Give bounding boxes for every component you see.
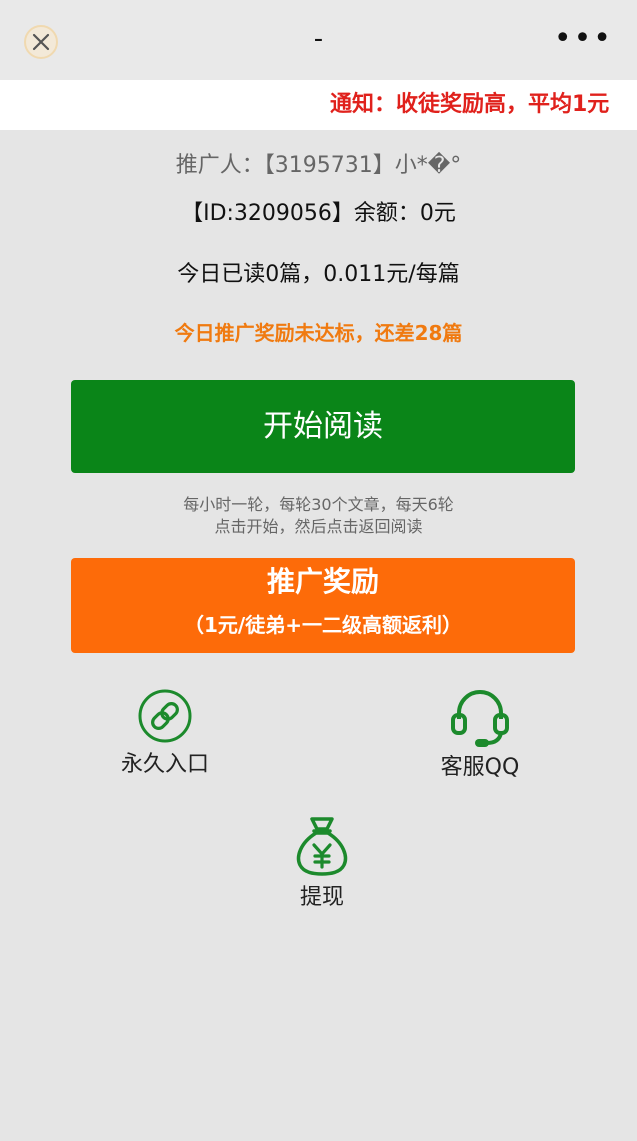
today-read-info: 今日已读0篇，0.011元/每篇 [177,262,460,287]
start-reading-button[interactable]: 开始阅读 [71,380,575,473]
promo-warning: 今日推广奖励未达标，还差28篇 [174,321,463,345]
promotion-reward-button[interactable]: 推广奖励 （1元/徒弟+一二级高额返利） [71,558,575,653]
permanent-entry-button[interactable]: 永久入口 [85,688,245,780]
notice-text: 通知：收徒奖励高，平均1元 [330,92,610,117]
promotion-title: 推广奖励 [266,565,379,598]
permanent-entry-label: 永久入口 [120,752,209,777]
tip-line-2: 点击开始，然后点击返回阅读 [214,517,423,536]
promoter-info: 推广人：【3195731】小*�° [175,153,462,178]
withdraw-button[interactable]: 提现 [242,815,402,913]
headset-icon [451,690,509,747]
customer-service-qq-button[interactable]: 客服QQ [400,683,560,783]
tip-line-1: 每小时一轮，每轮30个文章，每天6轮 [183,495,454,514]
customer-service-label: 客服QQ [440,755,520,780]
notice-bar: 通知：收徒奖励高，平均1元 [0,80,637,130]
id-balance-info: 【ID:3209056】余额：0元 [181,201,456,226]
page-title: - [313,24,324,54]
link-icon [138,689,192,743]
top-bar: - ••• [0,0,637,80]
promotion-subtitle: （1元/徒弟+一二级高额返利） [184,613,462,637]
money-bag-icon [296,817,348,876]
withdraw-label: 提现 [299,885,344,910]
more-options-button[interactable]: ••• [554,22,613,56]
